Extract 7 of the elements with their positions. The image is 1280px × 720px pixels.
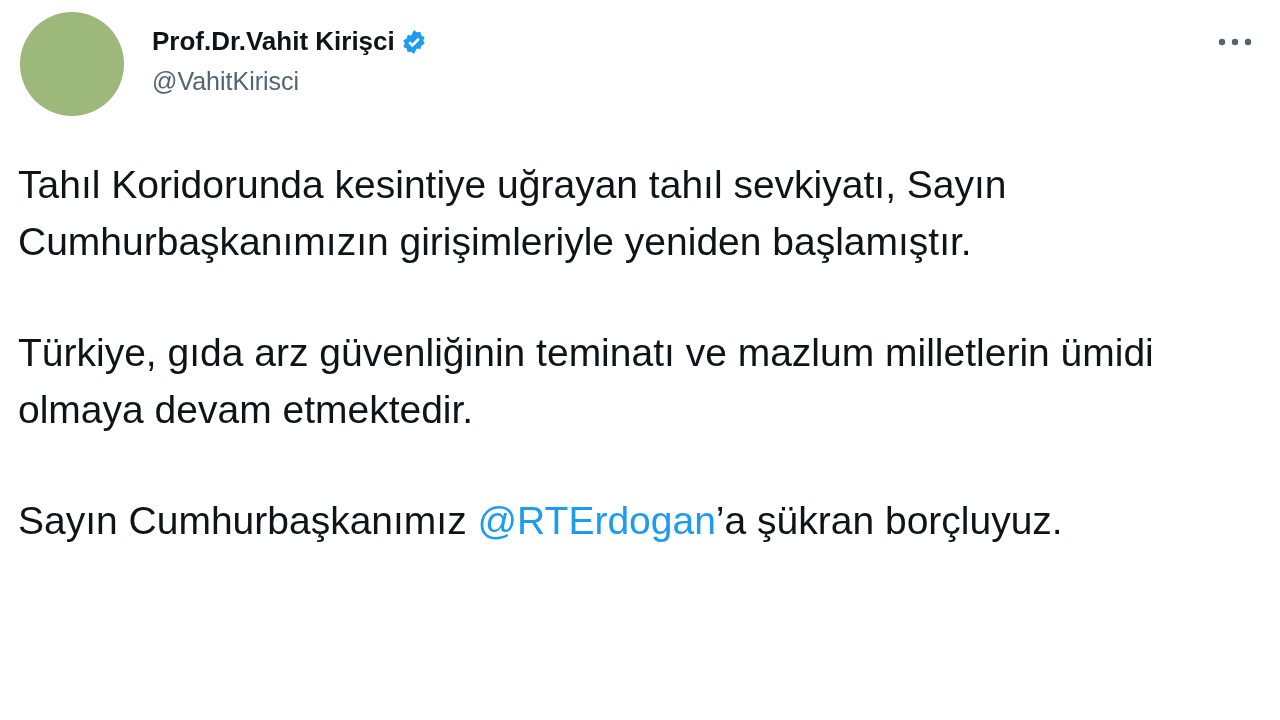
tweet-paragraph: Tahıl Koridorunda kesintiye uğrayan tahıl sevkiyatı, Sayın Cumhurbaşkanımızın girişimleriyle yeniden başlamıştır. <box>18 162 1008 265</box>
more-icon[interactable] <box>1218 38 1252 46</box>
tweet-paragraph: Türkiye, gıda arz güvenliğinin teminatı ve mazlum milletlerin ümidi olmaya devam etmektedir. <box>18 330 1155 433</box>
author-handle: @VahitKirisci <box>152 67 301 96</box>
author-name: Prof.Dr.Vahit Kirişci <box>152 26 395 57</box>
mention-link[interactable]: @RTErdogan <box>477 499 716 542</box>
tweet-paragraph: Sayın Cumhurbaşkanımız @RTErdogan’a şükran borçluyuz. <box>18 498 1064 544</box>
